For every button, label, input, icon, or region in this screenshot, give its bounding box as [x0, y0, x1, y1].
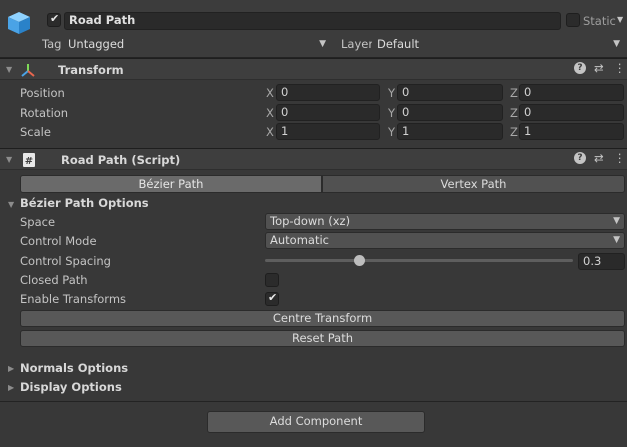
position-label: Position: [20, 86, 65, 100]
enable-transforms-checkbox[interactable]: ✔: [265, 291, 279, 306]
control-spacing-label: Control Spacing: [20, 254, 111, 268]
axis-z-label: Z: [510, 106, 518, 120]
add-component-button[interactable]: Add Component: [207, 411, 425, 433]
help-icon[interactable]: ?: [574, 62, 586, 74]
axis-x-label: X: [266, 106, 274, 120]
axis-y-label: Y: [388, 86, 396, 100]
layer-value: Default: [377, 37, 420, 51]
reset-path-button[interactable]: Reset Path: [20, 330, 625, 347]
foldout-expanded-icon[interactable]: ▼: [8, 200, 14, 209]
axis-z-label: Z: [510, 86, 518, 100]
active-checkbox[interactable]: ✔: [47, 12, 61, 27]
gameobject-cube-icon: [8, 12, 30, 34]
closed-path-label: Closed Path: [20, 273, 88, 287]
presets-icon[interactable]: ⇄: [594, 151, 604, 165]
script-title: Road Path (Script): [61, 153, 181, 167]
foldout-collapsed-icon[interactable]: ▶: [8, 364, 14, 373]
control-mode-value: Automatic: [270, 233, 329, 247]
tag-value: Untagged: [68, 37, 125, 51]
object-header: ✔ Road Path Static ▼ Tag Untagged ▼ Laye…: [0, 0, 627, 58]
normals-options-foldout[interactable]: Normals Options: [20, 360, 128, 376]
chevron-down-icon: ▼: [613, 216, 620, 226]
position-y-field[interactable]: 0: [397, 84, 503, 101]
position-x-field[interactable]: 0: [276, 84, 380, 101]
rotation-z-field[interactable]: 0: [519, 104, 624, 121]
space-value: Top-down (xz): [270, 214, 351, 228]
enable-transforms-label: Enable Transforms: [20, 292, 127, 306]
slider-thumb[interactable]: [354, 255, 365, 266]
position-z-field[interactable]: 0: [519, 84, 624, 101]
control-mode-dropdown[interactable]: Automatic ▼: [265, 232, 625, 249]
checkmark-icon: ✔: [50, 12, 60, 25]
tab-vertex-path[interactable]: Vertex Path: [322, 175, 625, 193]
scale-label: Scale: [20, 125, 51, 139]
foldout-collapsed-icon[interactable]: ▶: [8, 383, 14, 392]
tag-label: Tag: [42, 37, 62, 51]
axis-x-label: X: [266, 125, 274, 139]
chevron-down-icon: ▼: [319, 39, 326, 49]
checkmark-icon: ✔: [268, 291, 278, 304]
scale-x-field[interactable]: 1: [276, 123, 380, 140]
static-dropdown-arrow-icon[interactable]: ▼: [617, 15, 623, 24]
slider-track[interactable]: [265, 259, 573, 262]
axis-y-label: Y: [388, 106, 396, 120]
transform-body: Position X 0 Y 0 Z 0 Rotation X 0 Y 0 Z …: [0, 81, 627, 147]
transform-header[interactable]: ▼ Transform ? ⇄ ⋮: [0, 58, 627, 80]
axis-y-label: Y: [388, 125, 396, 139]
foldout-expanded-icon[interactable]: ▼: [6, 65, 12, 74]
axis-x-label: X: [266, 86, 274, 100]
rotation-label: Rotation: [20, 106, 69, 120]
layer-dropdown[interactable]: Default ▼: [372, 36, 625, 53]
foldout-expanded-icon[interactable]: ▼: [6, 155, 12, 164]
transform-axes-icon: [21, 64, 35, 77]
scale-y-field[interactable]: 1: [397, 123, 503, 140]
kebab-menu-icon[interactable]: ⋮: [614, 61, 626, 75]
control-spacing-slider[interactable]: [265, 253, 573, 267]
space-label: Space: [20, 215, 56, 229]
tab-bezier-path[interactable]: Bézier Path: [20, 175, 322, 193]
object-name-field[interactable]: Road Path: [64, 12, 561, 30]
tag-dropdown[interactable]: Untagged ▼: [63, 36, 331, 53]
script-header[interactable]: ▼ # Road Path (Script) ? ⇄ ⋮: [0, 148, 627, 170]
component-separator: [0, 401, 627, 402]
layer-label: Layer: [341, 37, 374, 51]
control-spacing-field[interactable]: 0.3: [578, 253, 625, 270]
kebab-menu-icon[interactable]: ⋮: [614, 151, 626, 165]
centre-transform-button[interactable]: Centre Transform: [20, 310, 625, 327]
control-mode-label: Control Mode: [20, 234, 97, 248]
rotation-x-field[interactable]: 0: [276, 104, 380, 121]
closed-path-checkbox[interactable]: [265, 273, 279, 287]
space-dropdown[interactable]: Top-down (xz) ▼: [265, 213, 625, 230]
scale-z-field[interactable]: 1: [519, 123, 624, 140]
script-file-icon: #: [23, 153, 35, 167]
chevron-down-icon: ▼: [613, 235, 620, 245]
transform-title: Transform: [58, 63, 124, 77]
static-label[interactable]: Static: [583, 13, 616, 29]
axis-z-label: Z: [510, 125, 518, 139]
svg-text:#: #: [25, 156, 33, 167]
presets-icon[interactable]: ⇄: [594, 61, 604, 75]
display-options-foldout[interactable]: Display Options: [20, 379, 122, 395]
help-icon[interactable]: ?: [574, 152, 586, 164]
chevron-down-icon: ▼: [613, 39, 620, 49]
rotation-y-field[interactable]: 0: [397, 104, 503, 121]
bezier-options-title[interactable]: Bézier Path Options: [20, 195, 149, 211]
static-checkbox[interactable]: [566, 13, 580, 27]
